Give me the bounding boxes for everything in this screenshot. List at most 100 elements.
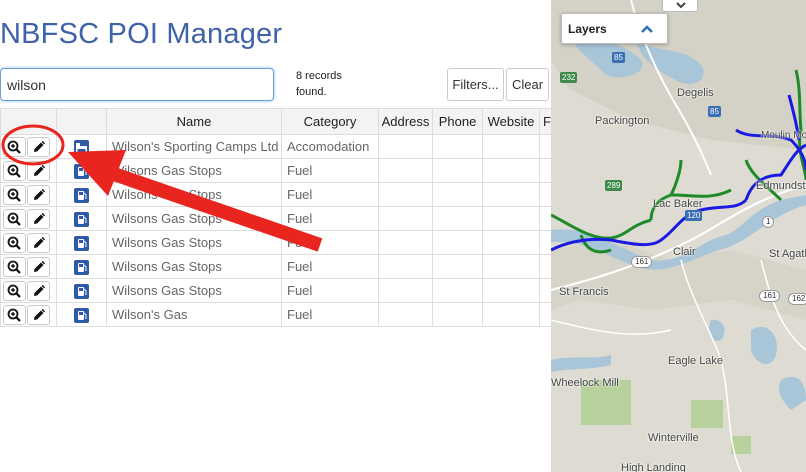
table-row[interactable]: Wilsons Gas Stops Fuel — [0, 206, 561, 231]
route-shield-85: 85 — [612, 52, 625, 63]
route-shield-232: 232 — [560, 72, 578, 83]
records-found-label: found. — [296, 86, 327, 98]
edit-button[interactable] — [27, 280, 50, 301]
cell-address — [378, 278, 433, 303]
zoom-to-button[interactable] — [3, 184, 26, 205]
header-category[interactable]: Category — [281, 108, 379, 135]
cell-website — [482, 254, 540, 279]
category-icon-cell — [56, 254, 107, 279]
cell-website — [482, 302, 540, 327]
cell-name: Wilsons Gas Stops — [106, 230, 282, 255]
category-icon-cell — [56, 230, 107, 255]
table-row[interactable]: Wilsons Gas Stops Fuel — [0, 254, 561, 279]
edit-button[interactable] — [27, 136, 50, 157]
zoom-to-button[interactable] — [3, 232, 26, 253]
map-label-wheelock-mill: Wheelock Mill — [551, 377, 619, 389]
pencil-icon — [34, 140, 46, 152]
cell-address — [378, 254, 433, 279]
route-shield-289: 289 — [605, 180, 623, 191]
fuel-icon — [74, 307, 89, 323]
map-canvas[interactable] — [551, 0, 806, 472]
chevron-down-icon — [676, 2, 686, 9]
map-label-moulin-morneault: Moulin Morneault — [761, 130, 806, 141]
cell-phone — [432, 206, 483, 231]
map-label-eagle-lake: Eagle Lake — [668, 355, 724, 367]
edit-button[interactable] — [27, 160, 50, 181]
cell-phone — [432, 302, 483, 327]
screen: NBFSC POI Manager 8 records found. Filte… — [0, 0, 806, 472]
category-icon-cell — [56, 182, 107, 207]
cell-category: Fuel — [281, 302, 379, 327]
cell-address — [378, 302, 433, 327]
zoom-to-button[interactable] — [3, 136, 26, 157]
layers-control[interactable]: Layers — [561, 13, 668, 44]
row-actions — [0, 278, 57, 303]
cell-category: Fuel — [281, 182, 379, 207]
table-row[interactable]: Wilson's Gas Fuel — [0, 302, 561, 327]
row-actions — [0, 206, 57, 231]
route-shield-120: 120 — [685, 210, 703, 221]
category-icon-cell — [56, 278, 107, 303]
cell-name: Wilsons Gas Stops — [106, 278, 282, 303]
cell-website — [482, 230, 540, 255]
table-row[interactable]: Wilsons Gas Stops Fuel — [0, 278, 561, 303]
map-label-edmundston: Edmundston — [756, 180, 806, 192]
cell-category: Fuel — [281, 206, 379, 231]
edit-button[interactable] — [27, 304, 50, 325]
edit-button[interactable] — [27, 208, 50, 229]
search-input[interactable] — [0, 68, 274, 101]
table-row[interactable]: Wilson's Sporting Camps Ltd Accomodation — [0, 134, 561, 159]
zoom-to-button[interactable] — [3, 160, 26, 181]
row-actions — [0, 302, 57, 327]
cell-phone — [432, 134, 483, 159]
header-actions — [0, 108, 57, 135]
header-icon — [56, 108, 107, 135]
edit-button[interactable] — [27, 256, 50, 277]
cell-website — [482, 182, 540, 207]
fuel-icon — [74, 187, 89, 203]
zoom-to-button[interactable] — [3, 208, 26, 229]
table-row[interactable]: Wilsons Gas Stops Fuel — [0, 230, 561, 255]
cell-name: Wilson's Gas — [106, 302, 282, 327]
zoom-in-icon — [7, 164, 21, 178]
header-name[interactable]: Name — [106, 108, 282, 135]
layers-label: Layers — [568, 22, 607, 36]
header-website[interactable]: Website — [482, 108, 540, 135]
cell-address — [378, 206, 433, 231]
clear-button[interactable]: Clear — [506, 68, 549, 101]
map-label-lac-baker: Lac Baker — [653, 198, 703, 210]
zoom-to-button[interactable] — [3, 256, 26, 277]
edit-button[interactable] — [27, 184, 50, 205]
map-top-toggle[interactable] — [662, 0, 698, 12]
cell-category: Accomodation — [281, 134, 379, 159]
header-phone[interactable]: Phone — [432, 108, 483, 135]
fuel-icon — [74, 259, 89, 275]
chevron-up-icon[interactable] — [640, 24, 654, 34]
cell-phone — [432, 278, 483, 303]
filters-button[interactable]: Filters... — [447, 68, 504, 101]
map-label-st-francis: St Francis — [559, 286, 609, 298]
zoom-to-button[interactable] — [3, 280, 26, 301]
records-count: 8 records — [296, 70, 342, 82]
header-address[interactable]: Address — [378, 108, 433, 135]
pencil-icon — [34, 236, 46, 248]
fuel-icon — [74, 283, 89, 299]
edit-button[interactable] — [27, 232, 50, 253]
pencil-icon — [34, 260, 46, 272]
zoom-to-button[interactable] — [3, 304, 26, 325]
route-shield-85b: 85 — [708, 106, 721, 117]
row-actions — [0, 182, 57, 207]
pencil-icon — [34, 188, 46, 200]
table-row[interactable]: Wilsons Gas Stops Fuel — [0, 182, 561, 207]
table-row[interactable]: Wilsons Gas Stops Fuel — [0, 158, 561, 183]
cell-category: Fuel — [281, 230, 379, 255]
zoom-in-icon — [7, 140, 21, 154]
app-title: NBFSC POI Manager — [0, 18, 283, 50]
cell-address — [378, 134, 433, 159]
map-label-clair: Clair — [673, 246, 696, 258]
cell-name: Wilsons Gas Stops — [106, 206, 282, 231]
pencil-icon — [34, 212, 46, 224]
cell-address — [378, 182, 433, 207]
cell-website — [482, 206, 540, 231]
map-view[interactable]: Degelis Packington Edmundston Lac Baker … — [551, 0, 806, 472]
